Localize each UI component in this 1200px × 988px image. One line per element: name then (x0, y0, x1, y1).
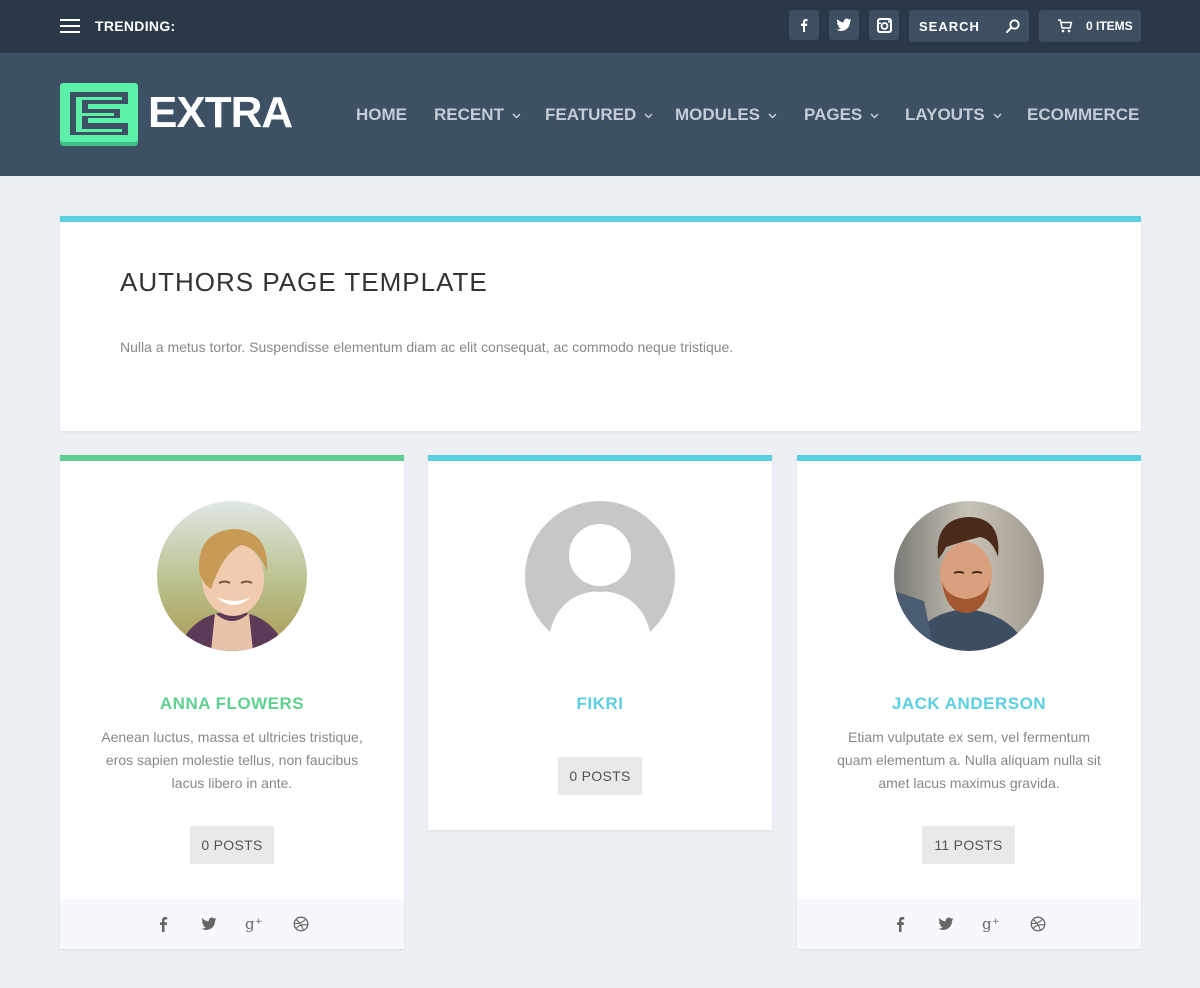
nav-label: FEATURED (545, 105, 637, 124)
twitter-icon[interactable] (936, 914, 956, 934)
twitter-button[interactable] (829, 10, 859, 40)
author-name[interactable]: FIKRI (428, 694, 772, 714)
search-icon[interactable] (1005, 18, 1021, 34)
logo-text: EXTRA (148, 88, 293, 137)
nav-label: MODULES (675, 105, 760, 124)
author-avatar[interactable] (157, 501, 307, 651)
site-logo[interactable]: EXTRA (60, 83, 300, 146)
author-card: JACK ANDERSON Etiam vulputate ex sem, ve… (797, 455, 1141, 949)
nav-label: ECOMMERCE (1027, 105, 1140, 124)
avatar-photo (894, 501, 1044, 651)
author-card: ANNA FLOWERS Aenean luctus, massa et ult… (60, 455, 404, 949)
twitter-icon[interactable] (199, 914, 219, 934)
author-name[interactable]: JACK ANDERSON (797, 694, 1141, 714)
hamburger-menu-icon[interactable] (60, 19, 80, 34)
dribbble-icon[interactable] (291, 914, 311, 934)
nav-recent[interactable]: RECENT (434, 105, 521, 125)
author-name[interactable]: ANNA FLOWERS (60, 694, 404, 714)
page-title: AUTHORS PAGE TEMPLATE (120, 267, 488, 297)
author-bio: Aenean luctus, massa et ultricies tristi… (101, 729, 363, 791)
google-plus-icon[interactable]: g + (245, 914, 265, 934)
chevron-down-icon (768, 112, 777, 119)
search-input[interactable]: SEARCH (909, 10, 1029, 42)
author-social-links: g + (60, 899, 404, 949)
author-card: FIKRI 0 POSTS (428, 455, 772, 830)
chevron-down-icon (644, 112, 653, 119)
google-plus-icon[interactable]: g + (982, 914, 1002, 934)
chevron-down-icon (512, 112, 521, 119)
svg-text:g: g (245, 916, 255, 932)
nav-pages[interactable]: PAGES (804, 105, 879, 125)
nav-label: LAYOUTS (905, 105, 985, 124)
svg-text:+: + (992, 917, 1000, 927)
instagram-button[interactable] (869, 10, 899, 40)
logo-e-icon (60, 83, 138, 146)
nav-label: HOME (356, 105, 407, 124)
trending-label: TRENDING: (95, 18, 176, 34)
author-bio: Etiam vulputate ex sem, vel fermentum qu… (837, 729, 1101, 791)
nav-featured[interactable]: FEATURED (545, 105, 653, 125)
top-bar: TRENDING: SEARCH 0 ITEMS (0, 0, 1200, 53)
nav-label: RECENT (434, 105, 504, 124)
page-description: Nulla a metus tortor. Suspendisse elemen… (120, 339, 734, 355)
chevron-down-icon (870, 112, 879, 119)
main-header: EXTRA HOME RECENT FEATURED MODULES PAGES… (0, 53, 1200, 176)
author-posts-button[interactable]: 0 POSTS (558, 757, 642, 795)
nav-layouts[interactable]: LAYOUTS (905, 105, 1002, 125)
avatar-photo (157, 501, 307, 651)
nav-modules[interactable]: MODULES (675, 105, 777, 125)
nav-ecommerce[interactable]: ECOMMERCE (1027, 105, 1139, 125)
dribbble-icon[interactable] (1028, 914, 1048, 934)
svg-text:+: + (255, 917, 263, 927)
cart-count: 0 ITEMS (1086, 19, 1133, 33)
author-posts-button[interactable]: 11 POSTS (922, 826, 1015, 864)
author-avatar[interactable] (525, 501, 675, 651)
author-posts-button[interactable]: 0 POSTS (190, 826, 274, 864)
cart-button[interactable]: 0 ITEMS (1039, 10, 1141, 42)
facebook-icon[interactable] (153, 914, 173, 934)
instagram-icon (876, 17, 892, 33)
author-avatar[interactable] (894, 501, 1044, 651)
chevron-down-icon (993, 112, 1002, 119)
facebook-button[interactable] (789, 10, 819, 40)
facebook-icon[interactable] (890, 914, 910, 934)
facebook-icon (801, 19, 808, 32)
default-avatar-icon (525, 501, 675, 651)
intro-card: AUTHORS PAGE TEMPLATE Nulla a metus tort… (60, 216, 1141, 431)
nav-label: PAGES (804, 105, 863, 124)
search-placeholder: SEARCH (919, 19, 980, 34)
twitter-icon (836, 18, 852, 31)
author-social-links: g + (797, 899, 1141, 949)
nav-home[interactable]: HOME (356, 105, 407, 125)
cart-icon (1058, 19, 1073, 33)
svg-text:g: g (982, 916, 992, 932)
